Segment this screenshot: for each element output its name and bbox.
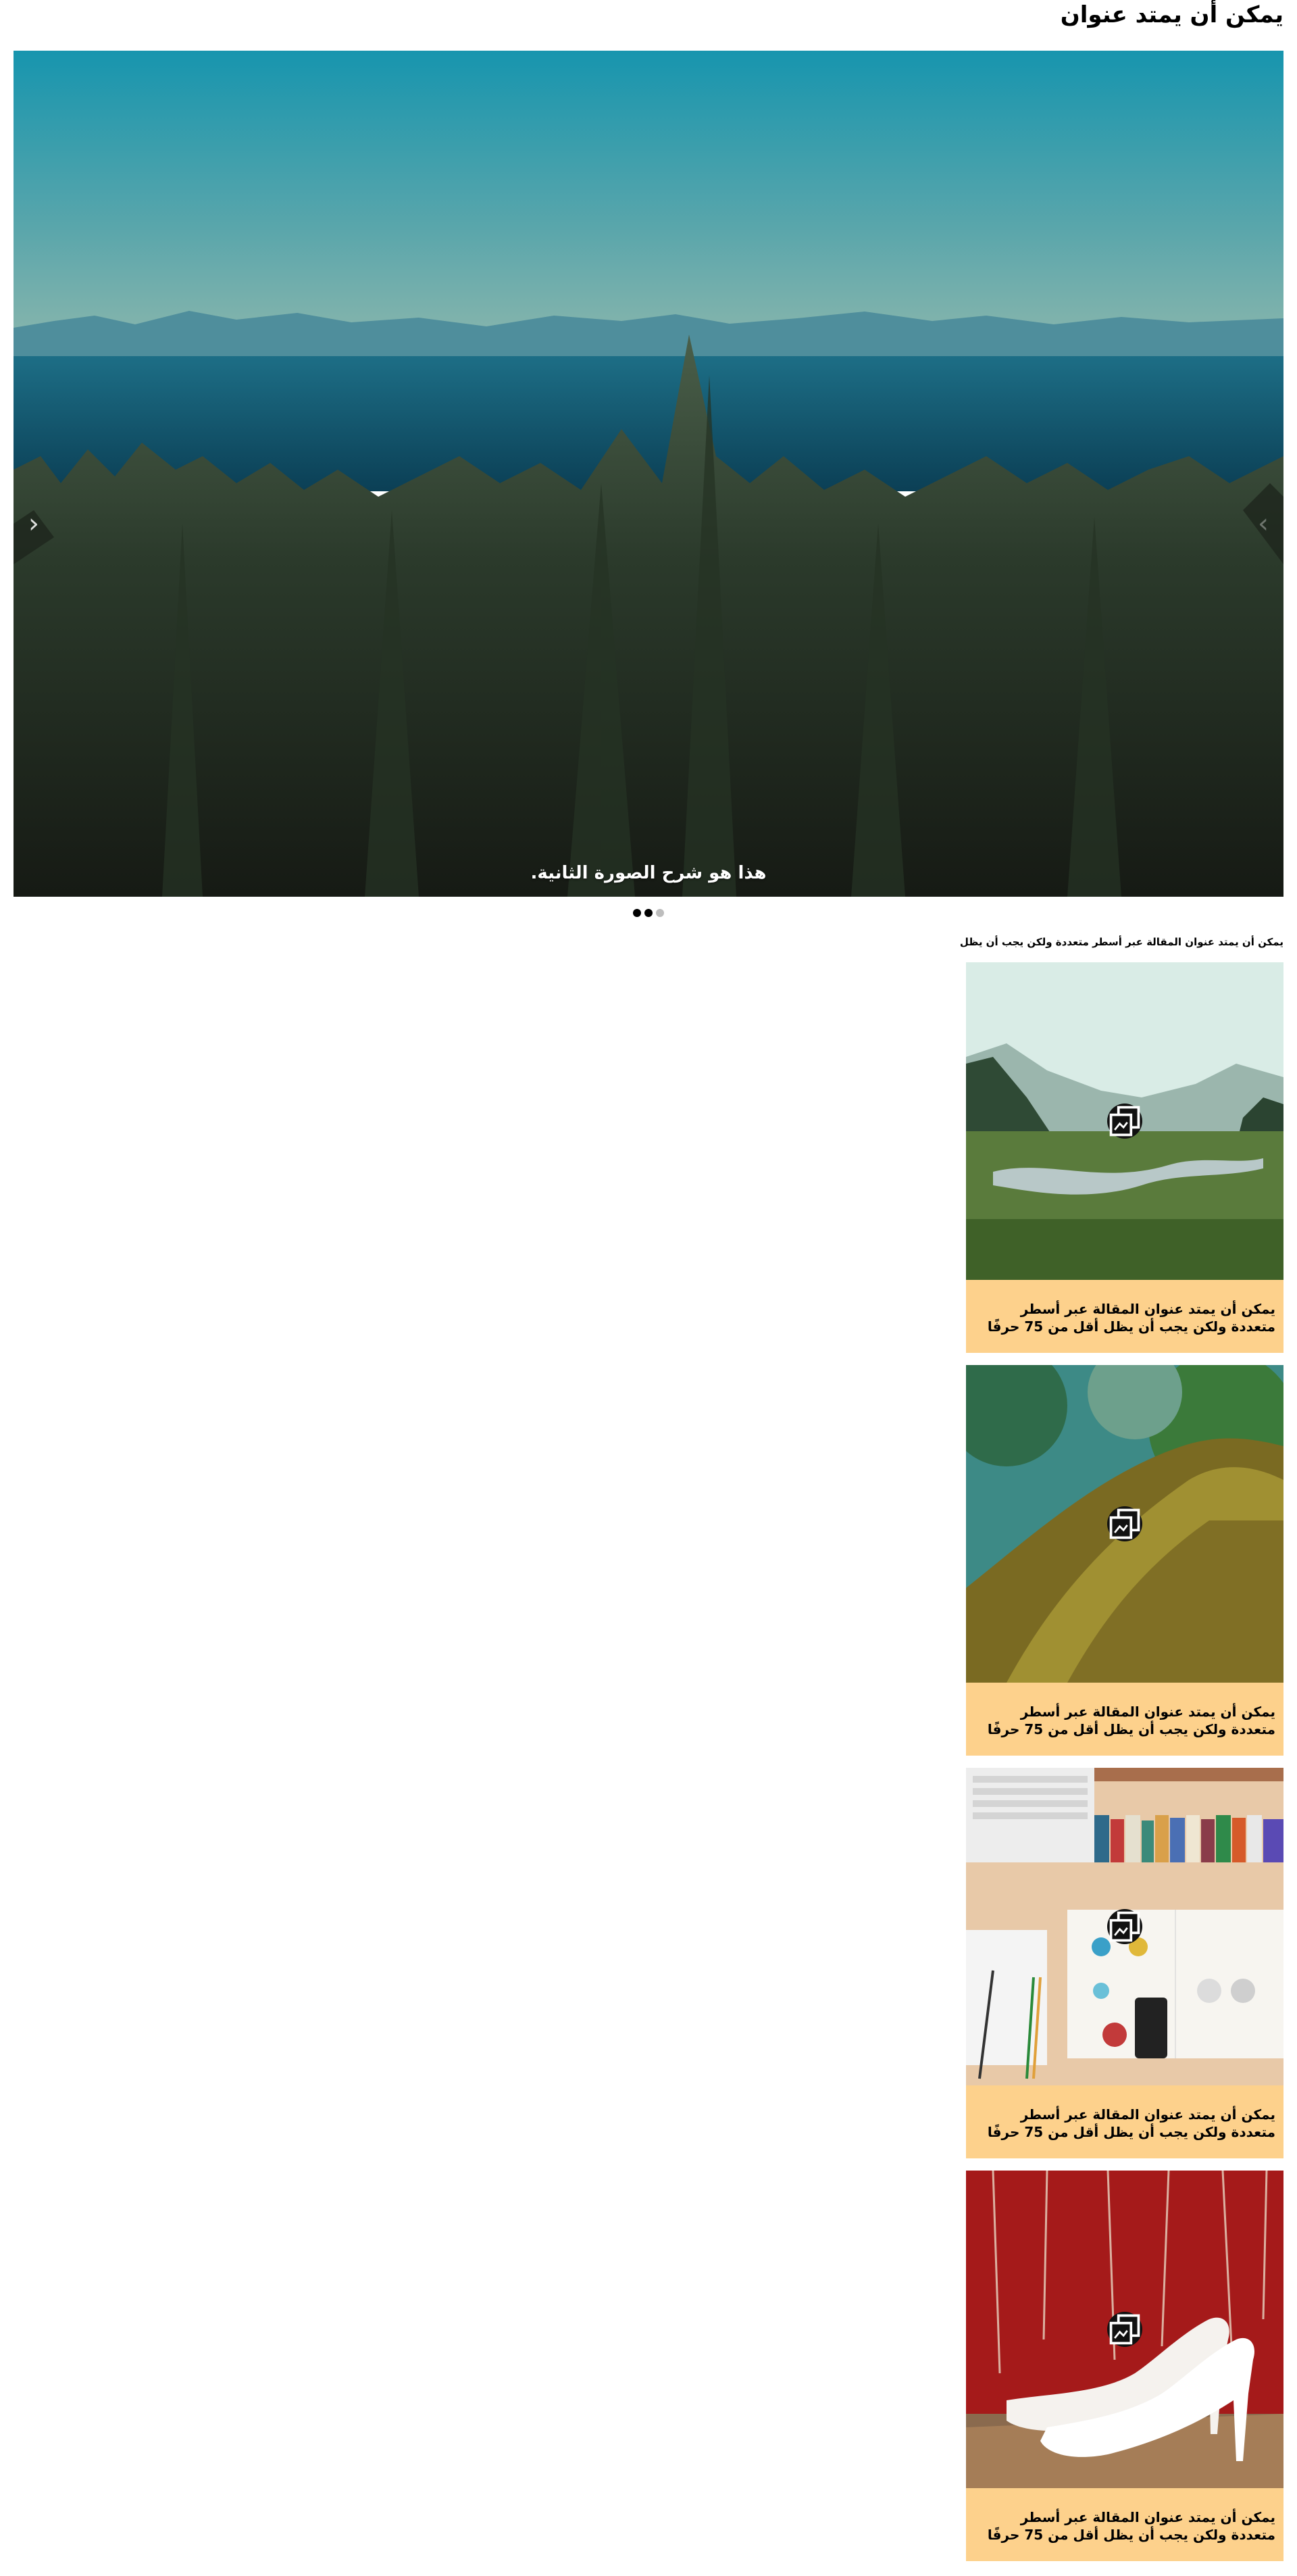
gallery-icon [1107, 1104, 1142, 1139]
article-list: يمكن أن يمتد عنوان المقالة عبر أسطر متعد… [966, 962, 1283, 2573]
article-image[interactable] [966, 2171, 1283, 2488]
article-title[interactable]: يمكن أن يمتد عنوان المقالة عبر أسطر متعد… [966, 2488, 1283, 2561]
slider-pagination [0, 909, 1297, 917]
article-title[interactable]: يمكن أن يمتد عنوان المقالة عبر أسطر متعد… [966, 1683, 1283, 1756]
image-slider[interactable]: ‹ › هذا هو شرح الصورة الثانية. [14, 51, 1283, 897]
slider-next-button[interactable]: › [1250, 503, 1277, 544]
slider-prev-button[interactable]: ‹ [20, 503, 47, 544]
article-card[interactable]: يمكن أن يمتد عنوان المقالة عبر أسطر متعد… [966, 962, 1283, 1353]
slide-image [14, 51, 1283, 897]
article-image[interactable] [966, 962, 1283, 1280]
slide-caption: هذا هو شرح الصورة الثانية. [530, 863, 767, 883]
article-title[interactable]: يمكن أن يمتد عنوان المقالة عبر أسطر متعد… [966, 2085, 1283, 2158]
article-card[interactable]: يمكن أن يمتد عنوان المقالة عبر أسطر متعد… [966, 1365, 1283, 1756]
slider-dot-2[interactable] [644, 909, 653, 917]
article-image[interactable] [966, 1365, 1283, 1683]
gallery-icon [1107, 1506, 1142, 1541]
slider-dot-1[interactable] [633, 909, 641, 917]
article-image[interactable] [966, 1768, 1283, 2085]
article-title[interactable]: يمكن أن يمتد عنوان المقالة عبر أسطر متعد… [966, 1280, 1283, 1353]
chevron-right-icon: › [1258, 508, 1269, 539]
gallery-icon [1107, 2312, 1142, 2347]
article-card[interactable]: يمكن أن يمتد عنوان المقالة عبر أسطر متعد… [966, 1768, 1283, 2158]
article-card[interactable]: يمكن أن يمتد عنوان المقالة عبر أسطر متعد… [966, 2171, 1283, 2561]
gallery-icon [1107, 1909, 1142, 1944]
page-title: يمكن أن يمتد عنوان [1060, 1, 1283, 28]
slider-dot-3[interactable] [656, 909, 664, 917]
section-heading: يمكن أن يمتد عنوان المقالة عبر أسطر متعد… [959, 936, 1283, 948]
chevron-left-icon: ‹ [28, 508, 39, 539]
